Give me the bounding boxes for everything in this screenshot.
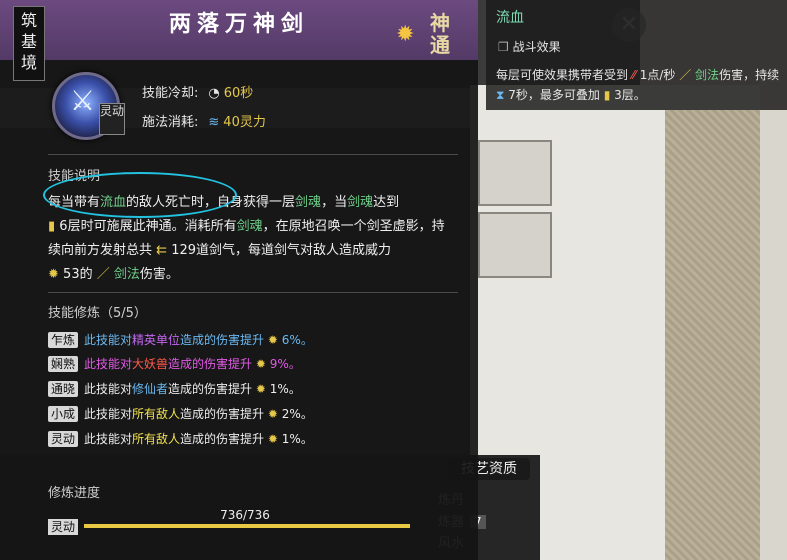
sword-soul-keyword[interactable]: 剑魂 [237, 219, 263, 234]
mastery-text: 此技能对 [84, 357, 133, 371]
effect-text: 每层可使效果携带者受到 [496, 68, 629, 82]
mastery-text: 造成的伤害提升 [168, 357, 253, 371]
sun-icon: ✹ [396, 22, 415, 47]
mastery-text: 造成的伤害提升 [180, 432, 265, 446]
cooldown-label: 技能冷却: [142, 86, 199, 101]
cost-value: 40灵力 [223, 115, 266, 130]
mastery-tag: 乍炼 [48, 332, 79, 348]
mastery-tag: 灵动 [48, 431, 79, 447]
mastery-target: 修仙者 [132, 382, 169, 396]
cost-stat: 施法消耗: ≋ 40灵力 [142, 111, 266, 130]
mastery-target: 大妖兽 [132, 357, 169, 371]
mastery-target: 精英单位 [132, 333, 181, 347]
mana-icon: ≋ [208, 115, 220, 130]
desc-text: 53的 [63, 267, 93, 282]
scroll-icon: ▮ [48, 219, 60, 234]
skill-category-badge: ✹ 神通 [396, 12, 466, 60]
sword-icon: ／ [96, 267, 110, 282]
cooldown-stat: 技能冷却: ◔ 60秒 [142, 82, 253, 101]
mastery-target: 所有敌人 [132, 407, 181, 421]
star-icon: ✹ [267, 432, 278, 446]
progress-fill [84, 524, 410, 528]
mastery-row: 小成 此技能对所有敌人造成的伤害提升 ✹ 2%。 [48, 404, 313, 424]
effect-title: 流血 [496, 10, 524, 26]
desc-text: 伤害。 [139, 267, 179, 282]
cost-label: 施法消耗: [142, 115, 199, 130]
skill-category: 神通 [430, 11, 452, 57]
progress-label: 修炼进度 [48, 486, 101, 501]
mastery-target: 所有敌人 [132, 432, 181, 446]
desc-text: ，当 [321, 195, 348, 210]
effect-subtitle-text: 战斗效果 [512, 40, 561, 54]
background-slot[interactable] [478, 140, 552, 206]
effect-description: 每层可使效果携带者受到 ⁄⁄ 1点/秒 ／ 剑法伤害，持续 ⧗ 7秒，最多可叠加… [496, 65, 781, 105]
progress-text: 736/736 [220, 508, 270, 522]
mastery-value: 1%。 [281, 432, 313, 446]
scroll-icon: ▮ [603, 88, 611, 102]
star-icon: ✹ [255, 382, 266, 396]
arrows-icon: ⇇ [156, 243, 168, 258]
mastery-text: 此技能对 [84, 382, 133, 396]
sword-icon: ／ [679, 68, 692, 82]
realm-badge: 筑基境 [13, 6, 45, 81]
star-icon: ✹ [255, 357, 266, 371]
star-icon: ✹ [267, 333, 278, 347]
effect-text: 3层。 [614, 88, 646, 102]
mastery-row: 灵动 此技能对所有敌人造成的伤害提升 ✹ 1%。 [48, 429, 313, 449]
background-slot[interactable] [478, 212, 552, 278]
sword-soul-keyword[interactable]: 剑魂 [347, 195, 373, 210]
mastery-tag: 娴熟 [48, 356, 79, 372]
star-icon: ✹ [48, 267, 59, 282]
background-edge [760, 80, 787, 560]
progress-bar [84, 524, 410, 528]
cooldown-value: 60秒 [223, 86, 254, 101]
desc-text: 6层时可施展此神通。消耗所有 [59, 219, 237, 234]
progress-tag: 灵动 [48, 519, 79, 535]
mastery-tag: 小成 [48, 406, 79, 422]
highlight-annotation [43, 172, 237, 218]
desc-text: 达到 [373, 195, 400, 210]
effect-icon: ❒ [498, 40, 513, 54]
mastery-value: 6%。 [281, 333, 313, 347]
mastery-row: 通晓 此技能对修仙者造成的伤害提升 ✹ 1%。 [48, 379, 301, 399]
background-pillar [665, 110, 760, 560]
skill-type-tag: 灵动 [99, 103, 125, 135]
mastery-row: 娴熟 此技能对大妖兽造成的伤害提升 ✹ 9%。 [48, 354, 301, 374]
mastery-text: 造成的伤害提升 [180, 333, 265, 347]
mastery-value: 1%。 [269, 382, 301, 396]
mastery-text: 造成的伤害提升 [168, 382, 253, 396]
mastery-text: 造成的伤害提升 [180, 407, 265, 421]
divider [48, 292, 458, 293]
mastery-tag: 通晓 [48, 381, 79, 397]
divider [48, 154, 458, 155]
sword-soul-keyword[interactable]: 剑魂 [295, 195, 321, 210]
effect-damage-type: 剑法 [695, 68, 720, 82]
effect-value: 1点/秒 [639, 68, 676, 82]
effect-text: 伤害，持续 [719, 68, 780, 82]
mastery-label: 技能修炼（5/5） [48, 306, 147, 321]
mastery-value: 2%。 [281, 407, 313, 421]
bleed-icon: ⁄⁄ [631, 68, 636, 82]
mastery-text: 此技能对 [84, 333, 133, 347]
mastery-row: 乍炼 此技能对精英单位造成的伤害提升 ✹ 6%。 [48, 330, 313, 350]
mastery-text: 此技能对 [84, 432, 133, 446]
effect-subtitle: ❒ 战斗效果 [498, 38, 561, 55]
mastery-value: 9%。 [269, 357, 301, 371]
mastery-text: 此技能对 [84, 407, 133, 421]
clock-icon: ◔ [208, 86, 220, 101]
hourglass-icon: ⧗ [496, 88, 505, 102]
damage-type-keyword[interactable]: 剑法 [114, 267, 140, 282]
star-icon: ✹ [267, 407, 278, 421]
sword-icon: ⚔ [70, 84, 96, 117]
desc-text: 129道剑气，每道剑气对敌人造成威力 [171, 243, 392, 258]
effect-text: 7秒，最多可叠加 [508, 88, 600, 102]
